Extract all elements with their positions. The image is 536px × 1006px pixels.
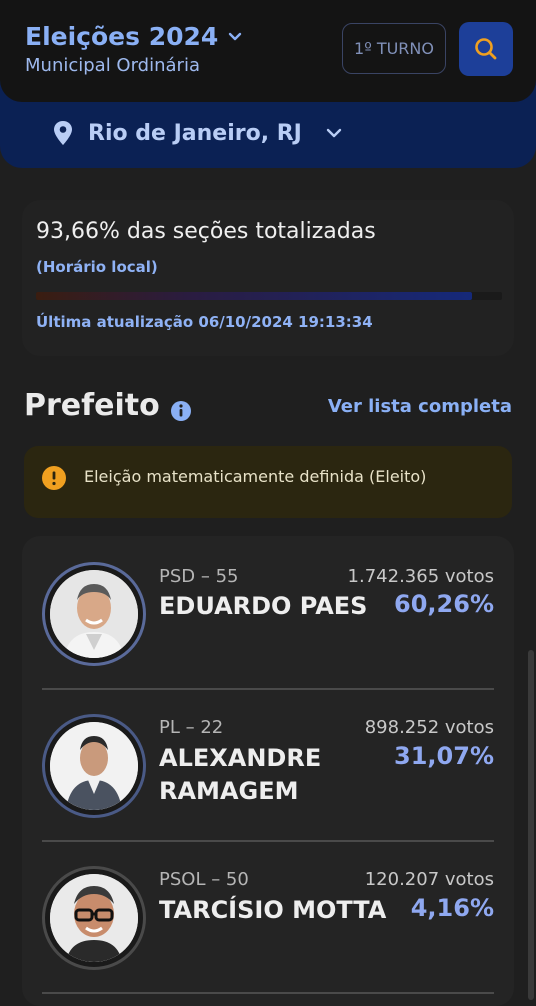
- location-label[interactable]: Rio de Janeiro, RJ: [88, 121, 302, 146]
- progress-bar: [36, 292, 502, 300]
- scrollbar[interactable]: [528, 650, 534, 1000]
- page-title[interactable]: Eleições 2024: [25, 22, 218, 51]
- header: Eleições 2024 Municipal Ordinária 1º TUR…: [0, 0, 536, 102]
- candidate-party: PSOL – 50: [159, 869, 249, 890]
- chevron-down-icon[interactable]: [228, 30, 242, 44]
- candidate-votes: 898.252 votos: [364, 717, 494, 738]
- location-selector[interactable]: Rio de Janeiro, RJ: [52, 120, 342, 146]
- candidate-name: ALEXANDRE RAMAGEM: [159, 744, 322, 805]
- turno-button[interactable]: 1º TURNO: [342, 23, 446, 74]
- view-full-list-link[interactable]: Ver lista completa: [328, 396, 512, 417]
- location-pin-icon: [54, 121, 72, 145]
- candidate-votes: 120.207 votos: [364, 869, 494, 890]
- divider: [42, 992, 494, 994]
- divider: [42, 840, 494, 842]
- candidate-party: PSD – 55: [159, 566, 239, 587]
- search-button[interactable]: [459, 22, 513, 76]
- candidate-name: EDUARDO PAES: [159, 592, 368, 620]
- search-icon: [475, 38, 497, 60]
- avatar: [50, 874, 138, 962]
- timezone-note: (Horário local): [36, 258, 158, 276]
- info-icon[interactable]: [170, 400, 192, 422]
- avatar: [50, 570, 138, 658]
- last-update: Última atualização 06/10/2024 19:13:34: [36, 313, 373, 331]
- election-subtitle: Municipal Ordinária: [25, 55, 200, 76]
- election-selector[interactable]: Eleições 2024 Municipal Ordinária: [25, 22, 242, 76]
- alert-icon: [42, 466, 66, 490]
- avatar: [50, 722, 138, 810]
- candidate-percent: 31,07%: [394, 742, 494, 770]
- status-banner-text: Eleição matematicamente definida (Eleito…: [84, 467, 427, 486]
- chevron-down-icon[interactable]: [326, 127, 342, 139]
- section-title: Prefeito: [24, 388, 160, 423]
- candidate-votes: 1.742.365 votos: [347, 566, 494, 587]
- divider: [42, 688, 494, 690]
- candidate-party: PL – 22: [159, 717, 224, 738]
- progress-fill: [36, 292, 473, 300]
- totalization-percent: 93,66% das seções totalizadas: [36, 219, 376, 244]
- candidate-percent: 60,26%: [394, 590, 494, 618]
- candidate-name: TARCÍSIO MOTTA: [159, 896, 387, 924]
- candidate-percent: 4,16%: [410, 894, 494, 922]
